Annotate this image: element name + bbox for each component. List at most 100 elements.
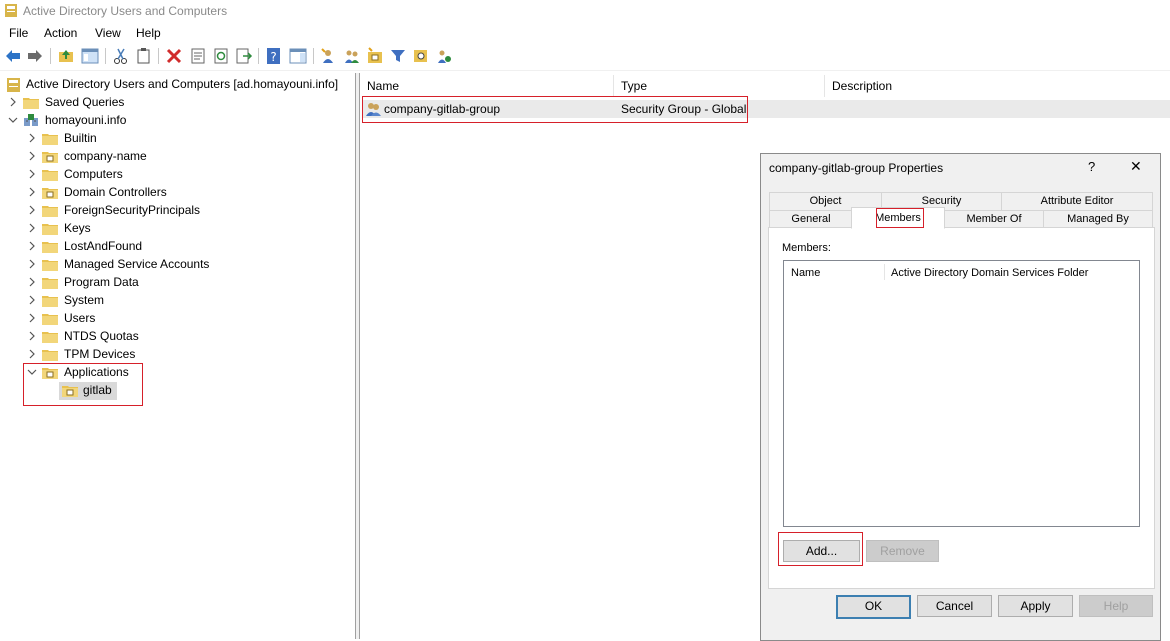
window-title: Active Directory Users and Computers — [23, 4, 228, 18]
copy-icon[interactable] — [135, 47, 153, 65]
folder-icon — [42, 314, 58, 325]
filter-icon[interactable] — [389, 47, 407, 65]
highlight-box — [876, 208, 924, 228]
chevron-right-icon[interactable] — [27, 331, 37, 341]
chevron-down-icon[interactable] — [8, 115, 18, 125]
members-column-name[interactable]: Name — [791, 267, 820, 279]
folder-icon — [23, 98, 39, 109]
chevron-right-icon[interactable] — [27, 349, 37, 359]
menu-action[interactable]: Action — [44, 26, 77, 40]
menu-help[interactable]: Help — [136, 26, 161, 40]
chevron-right-icon[interactable] — [27, 259, 37, 269]
folder-icon — [42, 332, 58, 343]
tree-item-system[interactable]: System — [0, 292, 350, 310]
menu-file[interactable]: File — [9, 26, 28, 40]
tree-item-managed-service-accounts[interactable]: Managed Service Accounts — [0, 256, 350, 274]
tree-item-label: company-name — [64, 149, 147, 163]
folder-icon — [42, 206, 58, 217]
tree-item-saved-queries[interactable]: Saved Queries — [0, 94, 350, 112]
delete-icon[interactable] — [165, 47, 183, 65]
app-icon — [5, 4, 17, 17]
chevron-right-icon[interactable] — [8, 97, 18, 107]
tree-item-users[interactable]: Users — [0, 310, 350, 328]
svg-text:?: ? — [270, 50, 276, 64]
help-dialog-button[interactable]: Help — [1079, 595, 1153, 617]
refresh-icon[interactable] — [212, 47, 230, 65]
chevron-right-icon[interactable] — [27, 277, 37, 287]
up-folder-icon[interactable] — [57, 47, 75, 65]
chevron-right-icon[interactable] — [27, 205, 37, 215]
new-user-icon[interactable] — [319, 47, 337, 65]
tree-item-lost-and-found[interactable]: LostAndFound — [0, 238, 350, 256]
chevron-right-icon[interactable] — [27, 187, 37, 197]
tree-item-label: Managed Service Accounts — [64, 257, 210, 271]
folder-icon — [42, 170, 58, 181]
title-bar: Active Directory Users and Computers — [0, 0, 1170, 22]
column-header-description[interactable]: Description — [832, 79, 892, 97]
cancel-button[interactable]: Cancel — [917, 595, 992, 617]
new-group-icon[interactable] — [343, 47, 361, 65]
apply-button[interactable]: Apply — [998, 595, 1073, 617]
chevron-right-icon[interactable] — [27, 295, 37, 305]
tree-item-label: Users — [64, 311, 96, 325]
add-to-group-icon[interactable] — [435, 47, 453, 65]
help-icon[interactable]: ? — [265, 47, 283, 65]
tree-item-tpm-devices[interactable]: TPM Devices — [0, 346, 350, 364]
menu-view[interactable]: View — [95, 26, 121, 40]
chevron-right-icon[interactable] — [27, 223, 37, 233]
help-button[interactable]: ? — [1088, 159, 1095, 174]
cut-icon[interactable] — [112, 47, 130, 65]
tree-item-label: LostAndFound — [64, 239, 143, 253]
tree-item-company-name[interactable]: company-name — [0, 148, 350, 166]
show-action-pane-icon[interactable] — [289, 47, 307, 65]
chevron-right-icon[interactable] — [27, 313, 37, 323]
tree-item-label: homayouni.info — [45, 113, 127, 127]
console-tree: Active Directory Users and Computers [ad… — [0, 73, 356, 639]
chevron-right-icon[interactable] — [27, 169, 37, 179]
folder-icon — [42, 278, 58, 289]
tree-item-label: ForeignSecurityPrincipals — [64, 203, 201, 217]
dialog-title: company-gitlab-group Properties — [769, 161, 944, 175]
ou-icon — [42, 188, 58, 199]
members-column-folder[interactable]: Active Directory Domain Services Folder — [891, 267, 1088, 279]
show-console-tree-icon[interactable] — [81, 47, 99, 65]
back-arrow-icon[interactable] — [4, 47, 22, 65]
tree-item-program-data[interactable]: Program Data — [0, 274, 350, 292]
tree-item-label: Saved Queries — [45, 95, 125, 109]
highlight-box — [362, 96, 748, 123]
tree-root[interactable]: Active Directory Users and Computers [ad… — [0, 76, 350, 94]
members-list[interactable]: Name Active Directory Domain Services Fo… — [783, 260, 1140, 527]
new-ou-icon[interactable] — [366, 47, 384, 65]
domain-icon — [24, 114, 38, 126]
folder-icon — [42, 224, 58, 235]
ou-icon — [42, 152, 58, 163]
tree-item-label: NTDS Quotas — [64, 329, 139, 343]
properties-icon[interactable] — [189, 47, 207, 65]
tree-item-label: Keys — [64, 221, 91, 235]
find-icon[interactable] — [412, 47, 430, 65]
remove-button[interactable]: Remove — [866, 540, 939, 562]
tree-item-computers[interactable]: Computers — [0, 166, 350, 184]
tree-item-keys[interactable]: Keys — [0, 220, 350, 238]
column-header-name[interactable]: Name — [367, 79, 399, 97]
tab-attribute-editor[interactable]: Attribute Editor — [1001, 192, 1153, 211]
forward-arrow-icon[interactable] — [26, 47, 44, 65]
tree-item-foreign-security-principals[interactable]: ForeignSecurityPrincipals — [0, 202, 350, 220]
chevron-right-icon[interactable] — [27, 133, 37, 143]
toolbar: ? — [0, 44, 1170, 71]
tree-item-label: TPM Devices — [64, 347, 136, 361]
export-list-icon[interactable] — [235, 47, 253, 65]
tree-item-domain-controllers[interactable]: Domain Controllers — [0, 184, 350, 202]
properties-dialog: company-gitlab-group Properties ? ✕ Obje… — [760, 153, 1161, 641]
ok-button[interactable]: OK — [836, 595, 911, 619]
chevron-right-icon[interactable] — [27, 151, 37, 161]
highlight-box — [778, 532, 863, 566]
tree-item-builtin[interactable]: Builtin — [0, 130, 350, 148]
folder-icon — [42, 296, 58, 307]
column-header-type[interactable]: Type — [621, 79, 647, 97]
close-button[interactable]: ✕ — [1130, 158, 1142, 175]
chevron-right-icon[interactable] — [27, 241, 37, 251]
tree-item-domain[interactable]: homayouni.info — [0, 112, 350, 130]
members-label: Members: — [782, 242, 831, 254]
tree-item-ntds-quotas[interactable]: NTDS Quotas — [0, 328, 350, 346]
